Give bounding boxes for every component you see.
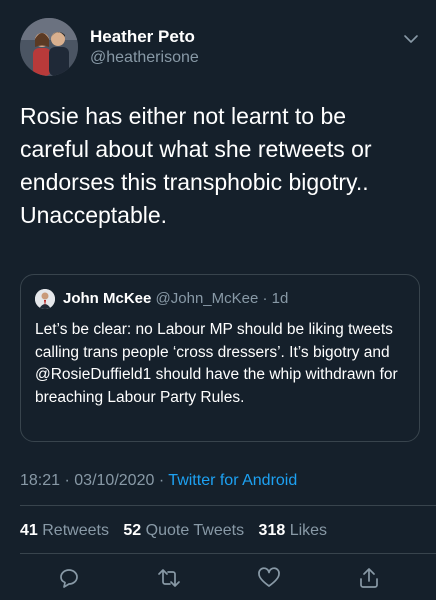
separator: · bbox=[64, 472, 70, 489]
separator: · bbox=[262, 290, 268, 307]
heart-icon[interactable] bbox=[257, 566, 281, 590]
divider bbox=[20, 553, 436, 554]
likes-count[interactable]: 318 bbox=[259, 522, 286, 539]
chevron-down-icon[interactable] bbox=[402, 30, 420, 48]
quoted-tweet[interactable]: John McKee @John_McKee · 1d Let’s be cle… bbox=[20, 274, 420, 442]
reply-icon[interactable] bbox=[57, 566, 81, 590]
share-icon[interactable] bbox=[357, 566, 381, 590]
tweet-meta: 18:21 · 03/10/2020 · Twitter for Android bbox=[20, 472, 297, 490]
tweet-time: 18:21 bbox=[20, 472, 61, 489]
quoted-header: John McKee @John_McKee · 1d bbox=[63, 290, 288, 307]
quote-tweets-count[interactable]: 52 bbox=[123, 522, 141, 539]
tweet-date: 03/10/2020 bbox=[74, 472, 155, 489]
divider bbox=[20, 505, 436, 506]
quoted-text: Let’s be clear: no Labour MP should be l… bbox=[35, 321, 398, 406]
likes-label[interactable]: Likes bbox=[290, 522, 327, 539]
retweet-icon[interactable] bbox=[157, 566, 181, 590]
quote-tweets-label[interactable]: Quote Tweets bbox=[146, 522, 244, 539]
action-bar bbox=[0, 562, 436, 596]
author-handle[interactable]: @heatherisone bbox=[90, 49, 199, 67]
author-avatar[interactable] bbox=[20, 18, 78, 76]
separator: · bbox=[158, 472, 165, 489]
quoted-author-avatar[interactable] bbox=[35, 289, 55, 309]
quoted-author-handle[interactable]: @John_McKee bbox=[156, 290, 259, 307]
tweet-stats: 41 Retweets 52 Quote Tweets 318 Likes bbox=[20, 522, 337, 540]
author-name[interactable]: Heather Peto bbox=[90, 27, 195, 47]
retweets-label[interactable]: Retweets bbox=[42, 522, 109, 539]
retweets-count[interactable]: 41 bbox=[20, 522, 38, 539]
tweet-source-link[interactable]: Twitter for Android bbox=[168, 472, 297, 489]
tweet-text: Rosie has either not learnt to be carefu… bbox=[20, 103, 372, 228]
quoted-author-name[interactable]: John McKee bbox=[63, 290, 151, 307]
quoted-timestamp: 1d bbox=[271, 290, 289, 307]
tweet-header: Heather Peto @heatherisone bbox=[20, 18, 420, 78]
